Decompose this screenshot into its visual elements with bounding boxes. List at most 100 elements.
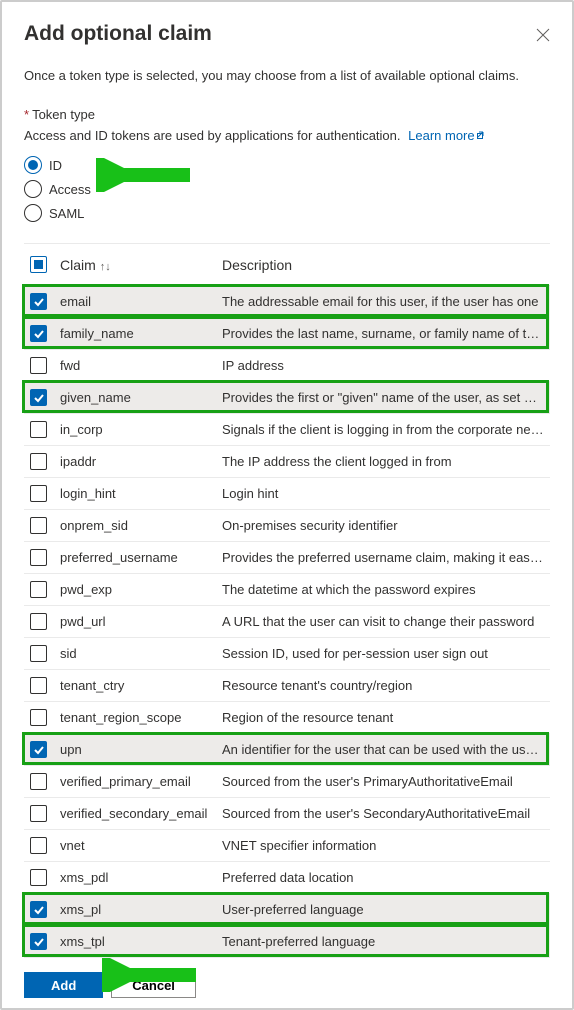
claim-description: Resource tenant's country/region (222, 678, 550, 693)
row-checkbox[interactable] (30, 485, 47, 502)
panel-title: Add optional claim (24, 22, 212, 46)
table-row[interactable]: vnetVNET specifier information (24, 830, 550, 862)
column-header-claim[interactable]: Claim↑↓ (54, 257, 222, 273)
row-checkbox[interactable] (30, 709, 47, 726)
table-row[interactable]: family_nameProvides the last name, surna… (24, 318, 550, 350)
token-type-label: Token type (32, 107, 95, 122)
claim-description: Provides the last name, surname, or fami… (222, 326, 550, 341)
radio-label: Access (49, 182, 91, 197)
table-row[interactable]: ipaddrThe IP address the client logged i… (24, 446, 550, 478)
claim-name: upn (54, 742, 222, 757)
radio-circle-icon (24, 204, 42, 222)
cancel-button[interactable]: Cancel (111, 972, 196, 998)
table-row[interactable]: tenant_region_scopeRegion of the resourc… (24, 702, 550, 734)
table-row[interactable]: emailThe addressable email for this user… (24, 286, 550, 318)
claim-description: IP address (222, 358, 550, 373)
table-header-row: Claim↑↓ Description (24, 244, 550, 286)
claim-name: fwd (54, 358, 222, 373)
row-checkbox[interactable] (30, 869, 47, 886)
claim-name: tenant_region_scope (54, 710, 222, 725)
radio-circle-icon (24, 156, 42, 174)
claim-description: Sourced from the user's SecondaryAuthori… (222, 806, 550, 821)
row-checkbox[interactable] (30, 517, 47, 534)
claim-description: The IP address the client logged in from (222, 454, 550, 469)
required-indicator: * (24, 107, 29, 122)
radio-id[interactable]: ID (24, 153, 550, 177)
claim-name: xms_pl (54, 902, 222, 917)
row-checkbox[interactable] (30, 901, 47, 918)
claim-name: vnet (54, 838, 222, 853)
claim-name: sid (54, 646, 222, 661)
token-type-hint: Access and ID tokens are used by applica… (24, 128, 550, 143)
claims-table: Claim↑↓ Description emailThe addressable… (24, 243, 550, 958)
row-checkbox[interactable] (30, 741, 47, 758)
claim-description: A URL that the user can visit to change … (222, 614, 550, 629)
claim-name: verified_primary_email (54, 774, 222, 789)
table-row[interactable]: given_nameProvides the first or "given" … (24, 382, 550, 414)
row-checkbox[interactable] (30, 389, 47, 406)
claim-name: given_name (54, 390, 222, 405)
claim-description: The addressable email for this user, if … (222, 294, 550, 309)
row-checkbox[interactable] (30, 645, 47, 662)
row-checkbox[interactable] (30, 325, 47, 342)
claim-name: xms_pdl (54, 870, 222, 885)
learn-more-link[interactable]: Learn more (408, 128, 486, 143)
sort-ascending-icon: ↑↓ (100, 261, 111, 273)
claim-description: User-preferred language (222, 902, 550, 917)
table-row[interactable]: onprem_sidOn-premises security identifie… (24, 510, 550, 542)
claim-description: Session ID, used for per-session user si… (222, 646, 550, 661)
row-checkbox[interactable] (30, 677, 47, 694)
row-checkbox[interactable] (30, 581, 47, 598)
add-button[interactable]: Add (24, 972, 103, 998)
column-header-description[interactable]: Description (222, 257, 550, 273)
table-row[interactable]: sidSession ID, used for per-session user… (24, 638, 550, 670)
claim-name: xms_tpl (54, 934, 222, 949)
claim-name: ipaddr (54, 454, 222, 469)
row-checkbox[interactable] (30, 293, 47, 310)
radio-circle-icon (24, 180, 42, 198)
claim-description: Sourced from the user's PrimaryAuthorita… (222, 774, 550, 789)
table-row[interactable]: fwdIP address (24, 350, 550, 382)
table-row[interactable]: xms_plUser-preferred language (24, 894, 550, 926)
row-checkbox[interactable] (30, 421, 47, 438)
table-row[interactable]: in_corpSignals if the client is logging … (24, 414, 550, 446)
table-row[interactable]: xms_pdlPreferred data location (24, 862, 550, 894)
radio-saml[interactable]: SAML (24, 201, 550, 225)
table-row[interactable]: login_hintLogin hint (24, 478, 550, 510)
table-row[interactable]: preferred_usernameProvides the preferred… (24, 542, 550, 574)
claim-name: family_name (54, 326, 222, 341)
claim-description: On-premises security identifier (222, 518, 550, 533)
table-row[interactable]: tenant_ctryResource tenant's country/reg… (24, 670, 550, 702)
table-row[interactable]: verified_primary_emailSourced from the u… (24, 766, 550, 798)
claim-description: An identifier for the user that can be u… (222, 742, 550, 757)
radio-access[interactable]: Access (24, 177, 550, 201)
claim-name: onprem_sid (54, 518, 222, 533)
row-checkbox[interactable] (30, 805, 47, 822)
table-row[interactable]: pwd_urlA URL that the user can visit to … (24, 606, 550, 638)
row-checkbox[interactable] (30, 773, 47, 790)
row-checkbox[interactable] (30, 549, 47, 566)
select-all-checkbox[interactable] (30, 256, 47, 273)
claim-name: preferred_username (54, 550, 222, 565)
panel-description: Once a token type is selected, you may c… (24, 68, 550, 83)
radio-label: ID (49, 158, 62, 173)
table-row[interactable]: xms_tplTenant-preferred language (24, 926, 550, 958)
table-row[interactable]: verified_secondary_emailSourced from the… (24, 798, 550, 830)
claim-description: Login hint (222, 486, 550, 501)
claim-description: Provides the preferred username claim, m… (222, 550, 550, 565)
claim-name: tenant_ctry (54, 678, 222, 693)
row-checkbox[interactable] (30, 453, 47, 470)
claim-name: verified_secondary_email (54, 806, 222, 821)
claim-name: login_hint (54, 486, 222, 501)
row-checkbox[interactable] (30, 933, 47, 950)
row-checkbox[interactable] (30, 613, 47, 630)
claim-name: pwd_url (54, 614, 222, 629)
table-row[interactable]: upnAn identifier for the user that can b… (24, 734, 550, 766)
row-checkbox[interactable] (30, 837, 47, 854)
claim-description: Region of the resource tenant (222, 710, 550, 725)
table-row[interactable]: pwd_expThe datetime at which the passwor… (24, 574, 550, 606)
row-checkbox[interactable] (30, 357, 47, 374)
close-icon[interactable] (536, 28, 550, 42)
claim-description: Tenant-preferred language (222, 934, 550, 949)
claim-description: VNET specifier information (222, 838, 550, 853)
